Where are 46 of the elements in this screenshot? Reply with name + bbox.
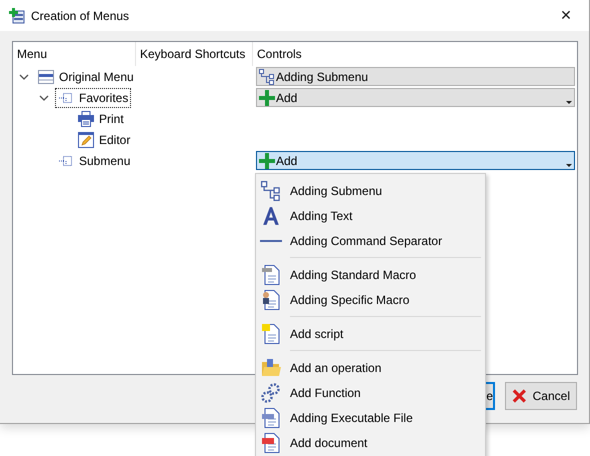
document-icon <box>262 264 280 284</box>
menu-item[interactable]: Adding Text <box>256 203 485 228</box>
menu-item[interactable]: Adding Command Separator <box>256 228 485 253</box>
printer-icon <box>78 110 94 126</box>
horizontal-line-icon <box>260 240 282 242</box>
tree-item[interactable]: Print <box>75 108 127 128</box>
menu-add-icon <box>9 8 25 24</box>
menu-item[interactable]: Add Function <box>256 380 485 405</box>
chevron-down-icon[interactable] <box>19 72 29 82</box>
column-header[interactable]: Controls <box>253 42 577 66</box>
column-header[interactable]: Keyboard Shortcuts <box>136 42 253 66</box>
letter-shape-icon <box>262 206 280 226</box>
tree-structure-icon <box>261 180 281 200</box>
document-icon <box>262 324 280 344</box>
window-title: Creation of Menus <box>31 8 130 22</box>
chevron-down-icon[interactable] <box>39 92 49 102</box>
plus-icon <box>259 152 275 168</box>
tree-structure-icon <box>259 68 275 84</box>
menu-item[interactable]: Add script <box>256 321 485 346</box>
tree-item[interactable]: Submenu <box>55 150 134 170</box>
plus-icon <box>259 90 275 106</box>
cancel-button[interactable]: Cancel <box>505 382 577 410</box>
dropdown-arrow-icon <box>566 164 572 167</box>
menu-item[interactable]: Adding Specific Macro <box>256 287 485 312</box>
close-icon <box>512 387 527 405</box>
notepad-pencil-icon <box>78 132 94 148</box>
tree-item[interactable]: Favorites <box>55 88 132 108</box>
column-header[interactable]: Menu <box>13 42 136 66</box>
tree-item[interactable]: Original Menu <box>35 66 137 86</box>
gears-icon <box>261 382 281 402</box>
close-button[interactable]: ✕ <box>543 0 589 31</box>
add-dropdown[interactable]: Add <box>256 88 575 107</box>
add-dropdown[interactable]: Add <box>256 151 575 170</box>
menu-list-icon <box>38 68 54 84</box>
adding-submenu-button[interactable]: Adding Submenu <box>256 67 575 86</box>
document-icon <box>262 290 280 310</box>
menu-item[interactable]: Adding Executable File <box>256 405 485 430</box>
document-icon <box>262 432 280 452</box>
menu-item[interactable]: Add an operation <box>256 355 485 380</box>
tree-item[interactable]: Editor <box>75 130 134 150</box>
folder-icon <box>261 358 281 376</box>
menu-item[interactable]: Add document <box>256 430 485 455</box>
dropdown-arrow-icon <box>566 101 572 104</box>
menu-item[interactable]: Adding Submenu <box>256 178 485 203</box>
document-icon <box>262 408 280 428</box>
menu-item[interactable]: Adding Standard Macro <box>256 262 485 287</box>
